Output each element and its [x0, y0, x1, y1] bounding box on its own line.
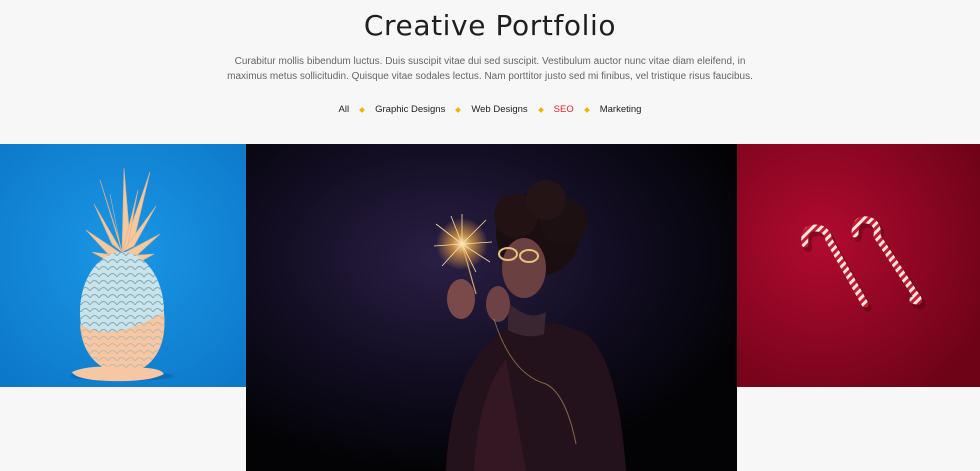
filter-seo[interactable]: SEO — [554, 104, 574, 115]
section-description: Curabitur mollis bibendum luctus. Duis s… — [227, 56, 753, 82]
portfolio-item-pineapple[interactable] — [0, 144, 246, 387]
portfolio-item-candy-canes[interactable] — [737, 144, 980, 387]
pineapple-on-blue-image — [0, 144, 246, 387]
separator-dot-icon — [455, 106, 462, 113]
filter-all[interactable]: All — [339, 104, 350, 115]
separator-dot-icon — [359, 106, 365, 113]
page-title: Creative Portfolio — [363, 9, 617, 42]
person-with-sparkler-image — [246, 144, 737, 471]
portfolio-filter-bar: All Graphic Designs Web Designs SEO Mark… — [0, 104, 980, 115]
portfolio-item-sparkler[interactable] — [246, 144, 737, 471]
separator-dot-icon — [537, 106, 544, 113]
filter-marketing[interactable]: Marketing — [600, 104, 642, 115]
filter-web-designs[interactable]: Web Designs — [471, 104, 527, 115]
filter-graphic-designs[interactable]: Graphic Designs — [375, 104, 445, 115]
portfolio-page: Creative Portfolio Curabitur mollis bibe… — [0, 0, 980, 471]
candy-canes-on-red-image — [737, 144, 980, 387]
separator-dot-icon — [583, 106, 590, 113]
